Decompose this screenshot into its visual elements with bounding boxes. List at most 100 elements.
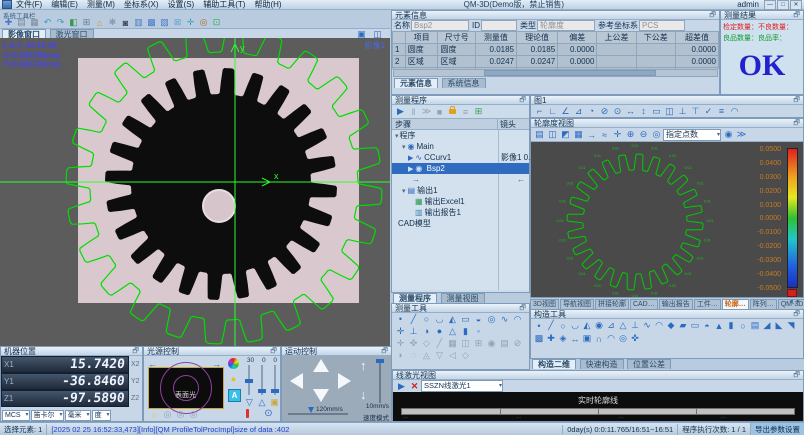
menu-item[interactable]: 辅助工具(T) (203, 0, 245, 10)
menu-item[interactable]: 测量(M) (87, 0, 115, 10)
home-icon[interactable]: ⌂ (93, 17, 106, 28)
construct-tool-icon[interactable]: ∿ (641, 320, 653, 331)
power-icon[interactable]: ⊙ (262, 408, 275, 419)
white-light-icon[interactable]: ● (227, 373, 240, 384)
construct-tool-icon[interactable]: ✜ (629, 333, 641, 344)
construct-tool-icon[interactable]: ◡ (569, 320, 581, 331)
construct-tool-icon[interactable]: ○ (557, 320, 569, 331)
measure-tool-icon[interactable]: ∿ (498, 314, 511, 325)
construct-tool-icon[interactable]: ↔ (569, 333, 581, 344)
list-icon[interactable]: ≡ (459, 106, 472, 117)
function-tab[interactable]: 轮廓… (722, 299, 749, 309)
profile-graph[interactable]: 0.010.010.010.010.010.010.010.010.010.01… (531, 142, 803, 297)
name-field[interactable]: Bsp2 (411, 20, 469, 31)
measure-tool-icon[interactable]: ╱ (407, 314, 420, 325)
construct-tool-icon[interactable]: ◈ (557, 333, 569, 344)
result-table[interactable]: 项目 尺寸号测量值 理论值偏差 上公差下公差 超差值 1圆度 圆度0.0185 … (392, 31, 719, 69)
pin-icon[interactable]: 🗗 (132, 348, 139, 355)
annotation-icon[interactable]: ◔ (585, 106, 598, 117)
function-tab[interactable]: 输出报告 (659, 299, 693, 309)
export-params-button[interactable]: 导出参数设置 (750, 423, 804, 435)
tree-node-output1[interactable]: ▾▤输出1 (392, 185, 529, 196)
construct-tool-icon[interactable]: ▩ (533, 333, 545, 344)
laser-stop-button[interactable]: ✕ (408, 381, 421, 392)
target-icon[interactable]: ◎ (197, 17, 210, 28)
view-switch-icon[interactable]: ◧ (67, 17, 80, 28)
construct-tool-icon[interactable]: ╱ (545, 320, 557, 331)
annotation-icon[interactable]: ↔ (624, 106, 637, 117)
construct-tool-icon[interactable]: ◣ (773, 320, 785, 331)
lock-icon[interactable] (449, 109, 456, 114)
jog-down-button[interactable] (313, 389, 329, 402)
maximize-button[interactable]: □ (777, 0, 789, 10)
speed-slider-thumb[interactable] (308, 407, 314, 413)
function-tab[interactable]: CAD… (630, 299, 658, 309)
jog-z-down-button[interactable]: ↓ (360, 387, 367, 402)
construct-tool-icon[interactable]: ▣ (581, 333, 593, 344)
z-speed-slider[interactable] (379, 359, 381, 403)
construct-tool-icon[interactable]: ○ (737, 320, 749, 331)
construct-tool-icon[interactable]: ◆ (665, 320, 677, 331)
measure-tool-icon[interactable]: ◎ (485, 314, 498, 325)
measure-tool-icon[interactable]: ◭ (446, 314, 459, 325)
crosshair-icon[interactable]: ✛ (184, 17, 197, 28)
type-field[interactable]: 轮廓度 (537, 20, 595, 31)
construct-tool-icon[interactable]: ◎ (617, 333, 629, 344)
unit-combo[interactable]: 毫米 (65, 410, 91, 421)
construct-tool-icon[interactable]: ⊥ (629, 320, 641, 331)
construct-tool-icon[interactable]: ▰ (677, 320, 689, 331)
funnel-icon[interactable]: ▽ (245, 397, 254, 408)
construct-tool-icon[interactable]: ▲ (713, 320, 725, 331)
annotation-icon[interactable]: ⊿ (572, 106, 585, 117)
flask-icon[interactable]: △ (257, 397, 266, 408)
jog-z-up-button[interactable]: ↑ (360, 358, 367, 373)
construct-tool-icon[interactable]: ◢ (761, 320, 773, 331)
profile-tool-icon[interactable]: ◩ (559, 129, 572, 140)
measure-tool-icon[interactable]: ⊥ (407, 326, 420, 337)
menu-item[interactable]: 文件(F) (16, 0, 42, 10)
construct-tool-icon[interactable]: ◠ (605, 333, 617, 344)
camera-icon[interactable]: ◙ (119, 17, 132, 28)
minimize-button[interactable]: — (764, 0, 776, 10)
construct-tool-icon[interactable]: ◠ (653, 320, 665, 331)
measure-tool-icon[interactable]: ✛ (394, 326, 407, 337)
profile-tool-icon[interactable]: ◉ (722, 129, 735, 140)
construct-tool-icon[interactable]: ✚ (545, 333, 557, 344)
menu-item[interactable]: 坐标系(X) (124, 0, 159, 10)
new-icon[interactable]: ✚ (2, 17, 15, 28)
pin-icon[interactable]: 🗗 (519, 97, 526, 104)
construct-tool-icon[interactable]: ▮ (725, 320, 737, 331)
tab-system-info[interactable]: 系统信息 (442, 78, 486, 88)
tabstrip-scroll-arrows[interactable]: ◄ ► (788, 299, 802, 305)
brightness-slider[interactable] (261, 365, 263, 395)
profile-tool-icon[interactable]: ✛ (611, 129, 624, 140)
segment-icon[interactable]: ◎ (161, 409, 174, 420)
measure-tool-icon[interactable]: ◦ (472, 326, 485, 337)
tab-construct-2d[interactable]: 构造二维 (532, 359, 576, 369)
pin-icon[interactable]: 🗗 (793, 12, 800, 19)
construct-tool-icon[interactable]: ◭ (581, 320, 593, 331)
save-icon[interactable]: ▦ (28, 17, 41, 28)
pin-icon[interactable]: 🗗 (793, 372, 800, 379)
table-row[interactable]: 1圆度 圆度0.0185 0.01850.0000 0.0000 (393, 44, 719, 56)
layout-icon[interactable]: ⊞ (80, 17, 93, 28)
tab-position-tolerance[interactable]: 位置公差 (627, 359, 671, 369)
profile-tool-icon[interactable]: ≈ (598, 129, 611, 140)
laser-display[interactable]: 实时轮廓线 ⋯ ⋯ ⋯ ⋯ (393, 392, 803, 421)
tab-measure-view[interactable]: 测量视图 (441, 293, 485, 303)
ring-light-display[interactable]: 表面光 (148, 367, 224, 409)
tree-node-program[interactable]: ▾程序 (392, 130, 529, 141)
settings-icon[interactable]: ✱ (106, 17, 119, 28)
segment-all-icon[interactable]: ○ (148, 409, 161, 420)
annotation-icon[interactable]: ≡ (715, 106, 728, 117)
pin-icon[interactable]: 🗗 (793, 311, 800, 318)
camera-view[interactable]: x y L:0.7--M:19.3XX=0.006785mmY=0.006700… (0, 38, 390, 346)
scan-region-icon[interactable]: ⊡ (210, 17, 223, 28)
annotation-icon[interactable]: ∠ (559, 106, 572, 117)
segment-icon[interactable]: ◎ (174, 409, 187, 420)
profile-tool-icon[interactable]: → (585, 129, 598, 140)
construct-tool-icon[interactable]: ◓ (701, 320, 713, 331)
measure-tool-icon[interactable]: ◠ (511, 314, 524, 325)
construct-tool-icon[interactable]: ⊿ (605, 320, 617, 331)
measure-tool-icon[interactable]: • (394, 314, 407, 325)
